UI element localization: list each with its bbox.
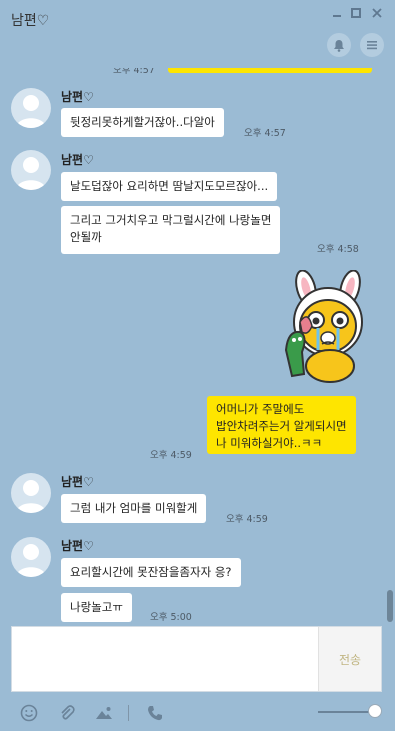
sticker-image[interactable] xyxy=(278,269,374,386)
avatar[interactable] xyxy=(11,473,51,513)
avatar[interactable] xyxy=(11,88,51,128)
message-time: 오후 5:00 xyxy=(150,612,192,623)
message-bubble[interactable]: 그리고 그거치우고 막그럴시간에 나랑놀면 안될까 xyxy=(61,206,281,254)
phone-icon[interactable] xyxy=(145,703,165,723)
sender-name: 남편♡ xyxy=(61,475,94,489)
close-icon[interactable] xyxy=(370,7,384,21)
emoji-icon[interactable] xyxy=(19,703,39,723)
message-bubble[interactable]: 나랑놀고ㅠ xyxy=(61,593,132,622)
message-composer: 전송 xyxy=(11,626,382,692)
bell-icon[interactable] xyxy=(327,33,351,57)
chat-title: 남편♡ xyxy=(11,13,50,29)
avatar[interactable] xyxy=(11,537,51,577)
opacity-slider-track[interactable] xyxy=(318,711,374,713)
message-line: 그리고 그거치우고 막그럴시간에 나랑놀면 xyxy=(70,213,272,227)
menu-icon[interactable] xyxy=(360,33,384,57)
partial-my-message xyxy=(168,68,372,73)
message-time: 오후 4:59 xyxy=(226,514,268,525)
message-time: 오후 4:59 xyxy=(150,450,192,461)
toolbar-divider xyxy=(128,705,129,721)
sender-name: 남편♡ xyxy=(61,153,94,167)
message-bubble[interactable]: 그럼 내가 엄마를 미워할게 xyxy=(61,494,207,523)
scrollbar-thumb[interactable] xyxy=(387,590,393,622)
image-icon[interactable] xyxy=(94,703,114,723)
opacity-slider-handle[interactable] xyxy=(368,704,382,718)
minimize-icon[interactable] xyxy=(330,7,344,21)
message-line: 나 미워하실거야..ㅋㅋ xyxy=(216,436,323,450)
message-bubble[interactable]: 날도덥잖아 요리하면 땀날지도모르잖아... xyxy=(61,172,278,201)
message-input[interactable] xyxy=(12,627,318,691)
message-bubble[interactable]: 뒷정리못하게할거잖아..다알아 xyxy=(61,108,224,137)
chat-area[interactable]: 오후 4:57 남편♡ 뒷정리못하게할거잖아..다알아 오후 4:57 남편♡ … xyxy=(0,68,395,625)
paperclip-icon[interactable] xyxy=(57,703,77,723)
avatar[interactable] xyxy=(11,150,51,190)
sender-name: 남편♡ xyxy=(61,539,94,553)
message-time: 오후 4:57 xyxy=(244,128,286,139)
my-message-bubble[interactable]: 어머니가 주말에도 밥안차려주는거 알게되시면 나 미워하실거야..ㅋㅋ xyxy=(207,396,356,454)
title-bar: 남편♡ xyxy=(0,0,395,68)
bottom-toolbar xyxy=(0,695,395,731)
maximize-icon[interactable] xyxy=(349,7,363,21)
send-button[interactable]: 전송 xyxy=(318,627,381,691)
message-line: 어머니가 주말에도 xyxy=(216,402,305,416)
message-line: 안될까 xyxy=(70,230,102,244)
message-bubble[interactable]: 요리할시간에 못잔잠을좀자자 응? xyxy=(61,558,241,587)
sender-name: 남편♡ xyxy=(61,90,94,104)
message-line: 밥안차려주는거 알게되시면 xyxy=(216,419,347,433)
message-time: 오후 4:57 xyxy=(113,68,155,76)
message-time: 오후 4:58 xyxy=(317,244,359,255)
